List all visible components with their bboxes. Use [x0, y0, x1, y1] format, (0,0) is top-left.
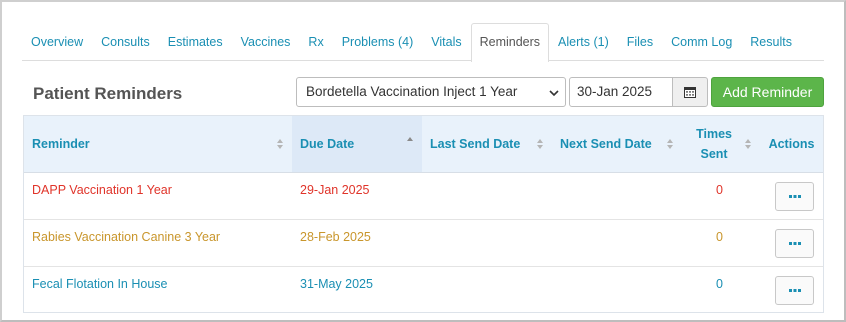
reminder-type-value: Bordetella Vaccination Inject 1 Year [306, 84, 518, 99]
due-date-input[interactable]: 30-Jan 2025 [569, 77, 673, 107]
column-label: Due Date [300, 137, 355, 151]
app-window: Overview Consults Estimates Vaccines Rx … [0, 0, 846, 322]
column-header-reminder[interactable]: Reminder [24, 116, 292, 172]
ellipsis-icon [788, 194, 801, 198]
row-actions-button[interactable] [775, 229, 814, 258]
column-header-next-send-date[interactable]: Next Send Date [552, 116, 682, 172]
column-label-line: Times [696, 127, 732, 141]
tab-files[interactable]: Files [618, 23, 662, 61]
table-header: Reminder Due Date Last Send Date Next Se… [24, 116, 823, 173]
reminders-table: Reminder Due Date Last Send Date Next Se… [23, 115, 824, 313]
column-header-times-sent[interactable]: Times Sent [682, 116, 760, 172]
ellipsis-icon [788, 288, 801, 292]
sort-icon [667, 139, 673, 149]
add-reminder-button[interactable]: Add Reminder [711, 77, 824, 107]
tab-rx[interactable]: Rx [299, 23, 332, 61]
column-label: Actions [768, 137, 815, 151]
times-sent-cell: 0 [716, 183, 723, 197]
times-sent-cell: 0 [716, 230, 723, 244]
sort-icon [537, 139, 543, 149]
tab-comm-log[interactable]: Comm Log [662, 23, 741, 61]
row-actions-button[interactable] [775, 182, 814, 211]
column-header-due-date[interactable]: Due Date [292, 116, 422, 172]
tab-estimates[interactable]: Estimates [159, 23, 232, 61]
tab-vaccines[interactable]: Vaccines [232, 23, 300, 61]
tab-vitals[interactable]: Vitals [422, 23, 470, 61]
column-label: Reminder [32, 137, 90, 151]
tab-reminders[interactable]: Reminders [470, 23, 550, 62]
sort-ascending-icon [407, 137, 413, 141]
tab-overview[interactable]: Overview [22, 23, 92, 61]
due-date-cell: 28-Feb 2025 [300, 230, 371, 244]
calendar-icon [684, 87, 696, 98]
reminder-name: Rabies Vaccination Canine 3 Year [32, 230, 221, 244]
column-label: Next Send Date [560, 137, 652, 151]
sort-icon [277, 139, 283, 149]
due-date-cell: 29-Jan 2025 [300, 183, 370, 197]
page-title: Patient Reminders [33, 84, 183, 103]
table-row: Rabies Vaccination Canine 3 Year 28-Feb … [24, 220, 823, 267]
calendar-button[interactable] [672, 77, 708, 107]
column-header-last-send-date[interactable]: Last Send Date [422, 116, 552, 172]
tab-results[interactable]: Results [741, 23, 801, 61]
ellipsis-icon [788, 241, 801, 245]
record-tabs: Overview Consults Estimates Vaccines Rx … [22, 23, 824, 62]
column-label-line: Sent [700, 147, 728, 161]
tab-alerts[interactable]: Alerts (1) [549, 23, 618, 61]
column-header-actions: Actions [760, 116, 823, 172]
tab-consults[interactable]: Consults [92, 23, 159, 61]
times-sent-cell: 0 [716, 277, 723, 291]
reminder-name: Fecal Flotation In House [32, 277, 168, 291]
chevron-down-icon [549, 90, 559, 97]
reminder-name: DAPP Vaccination 1 Year [32, 183, 172, 197]
table-row: DAPP Vaccination 1 Year 29-Jan 2025 0 [24, 173, 823, 220]
column-label: Times Sent [696, 124, 732, 164]
row-actions-button[interactable] [775, 276, 814, 305]
tab-problems[interactable]: Problems (4) [333, 23, 423, 61]
reminder-type-select[interactable]: Bordetella Vaccination Inject 1 Year [296, 77, 566, 107]
sort-icon [745, 139, 751, 149]
column-label: Last Send Date [430, 137, 521, 151]
due-date-cell: 31-May 2025 [300, 277, 373, 291]
table-row: Fecal Flotation In House 31-May 2025 0 [24, 267, 823, 314]
